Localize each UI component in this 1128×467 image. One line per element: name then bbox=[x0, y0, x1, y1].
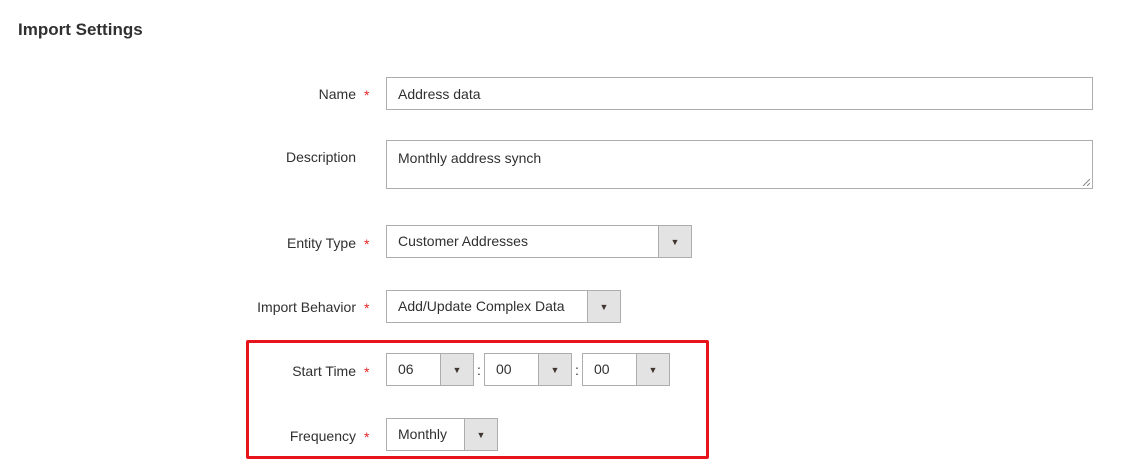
section-title: Import Settings bbox=[18, 20, 143, 39]
name-input[interactable] bbox=[386, 77, 1093, 110]
caret-down-icon[interactable]: ▼ bbox=[658, 226, 691, 257]
description-label: Description bbox=[285, 149, 356, 165]
caret-down-icon[interactable]: ▼ bbox=[587, 291, 620, 322]
entity-type-value: Customer Addresses bbox=[398, 233, 528, 249]
import-behavior-required-mark: * bbox=[364, 300, 370, 316]
import-behavior-select[interactable]: Add/Update Complex Data ▼ bbox=[386, 290, 621, 323]
import-settings-page: Import Settings Name * Description Month… bbox=[0, 0, 1128, 467]
entity-type-label: Entity Type bbox=[286, 235, 356, 251]
entity-type-select[interactable]: Customer Addresses ▼ bbox=[386, 225, 692, 258]
name-label: Name bbox=[318, 86, 356, 102]
description-textarea[interactable]: Monthly address synch bbox=[386, 140, 1093, 189]
highlight-box bbox=[246, 340, 709, 459]
import-behavior-value: Add/Update Complex Data bbox=[398, 298, 565, 314]
description-value: Monthly address synch bbox=[398, 150, 542, 166]
name-required-mark: * bbox=[364, 87, 370, 103]
entity-type-required-mark: * bbox=[364, 236, 370, 252]
import-behavior-label: Import Behavior bbox=[257, 299, 356, 315]
resize-grip-icon[interactable] bbox=[1082, 178, 1090, 186]
